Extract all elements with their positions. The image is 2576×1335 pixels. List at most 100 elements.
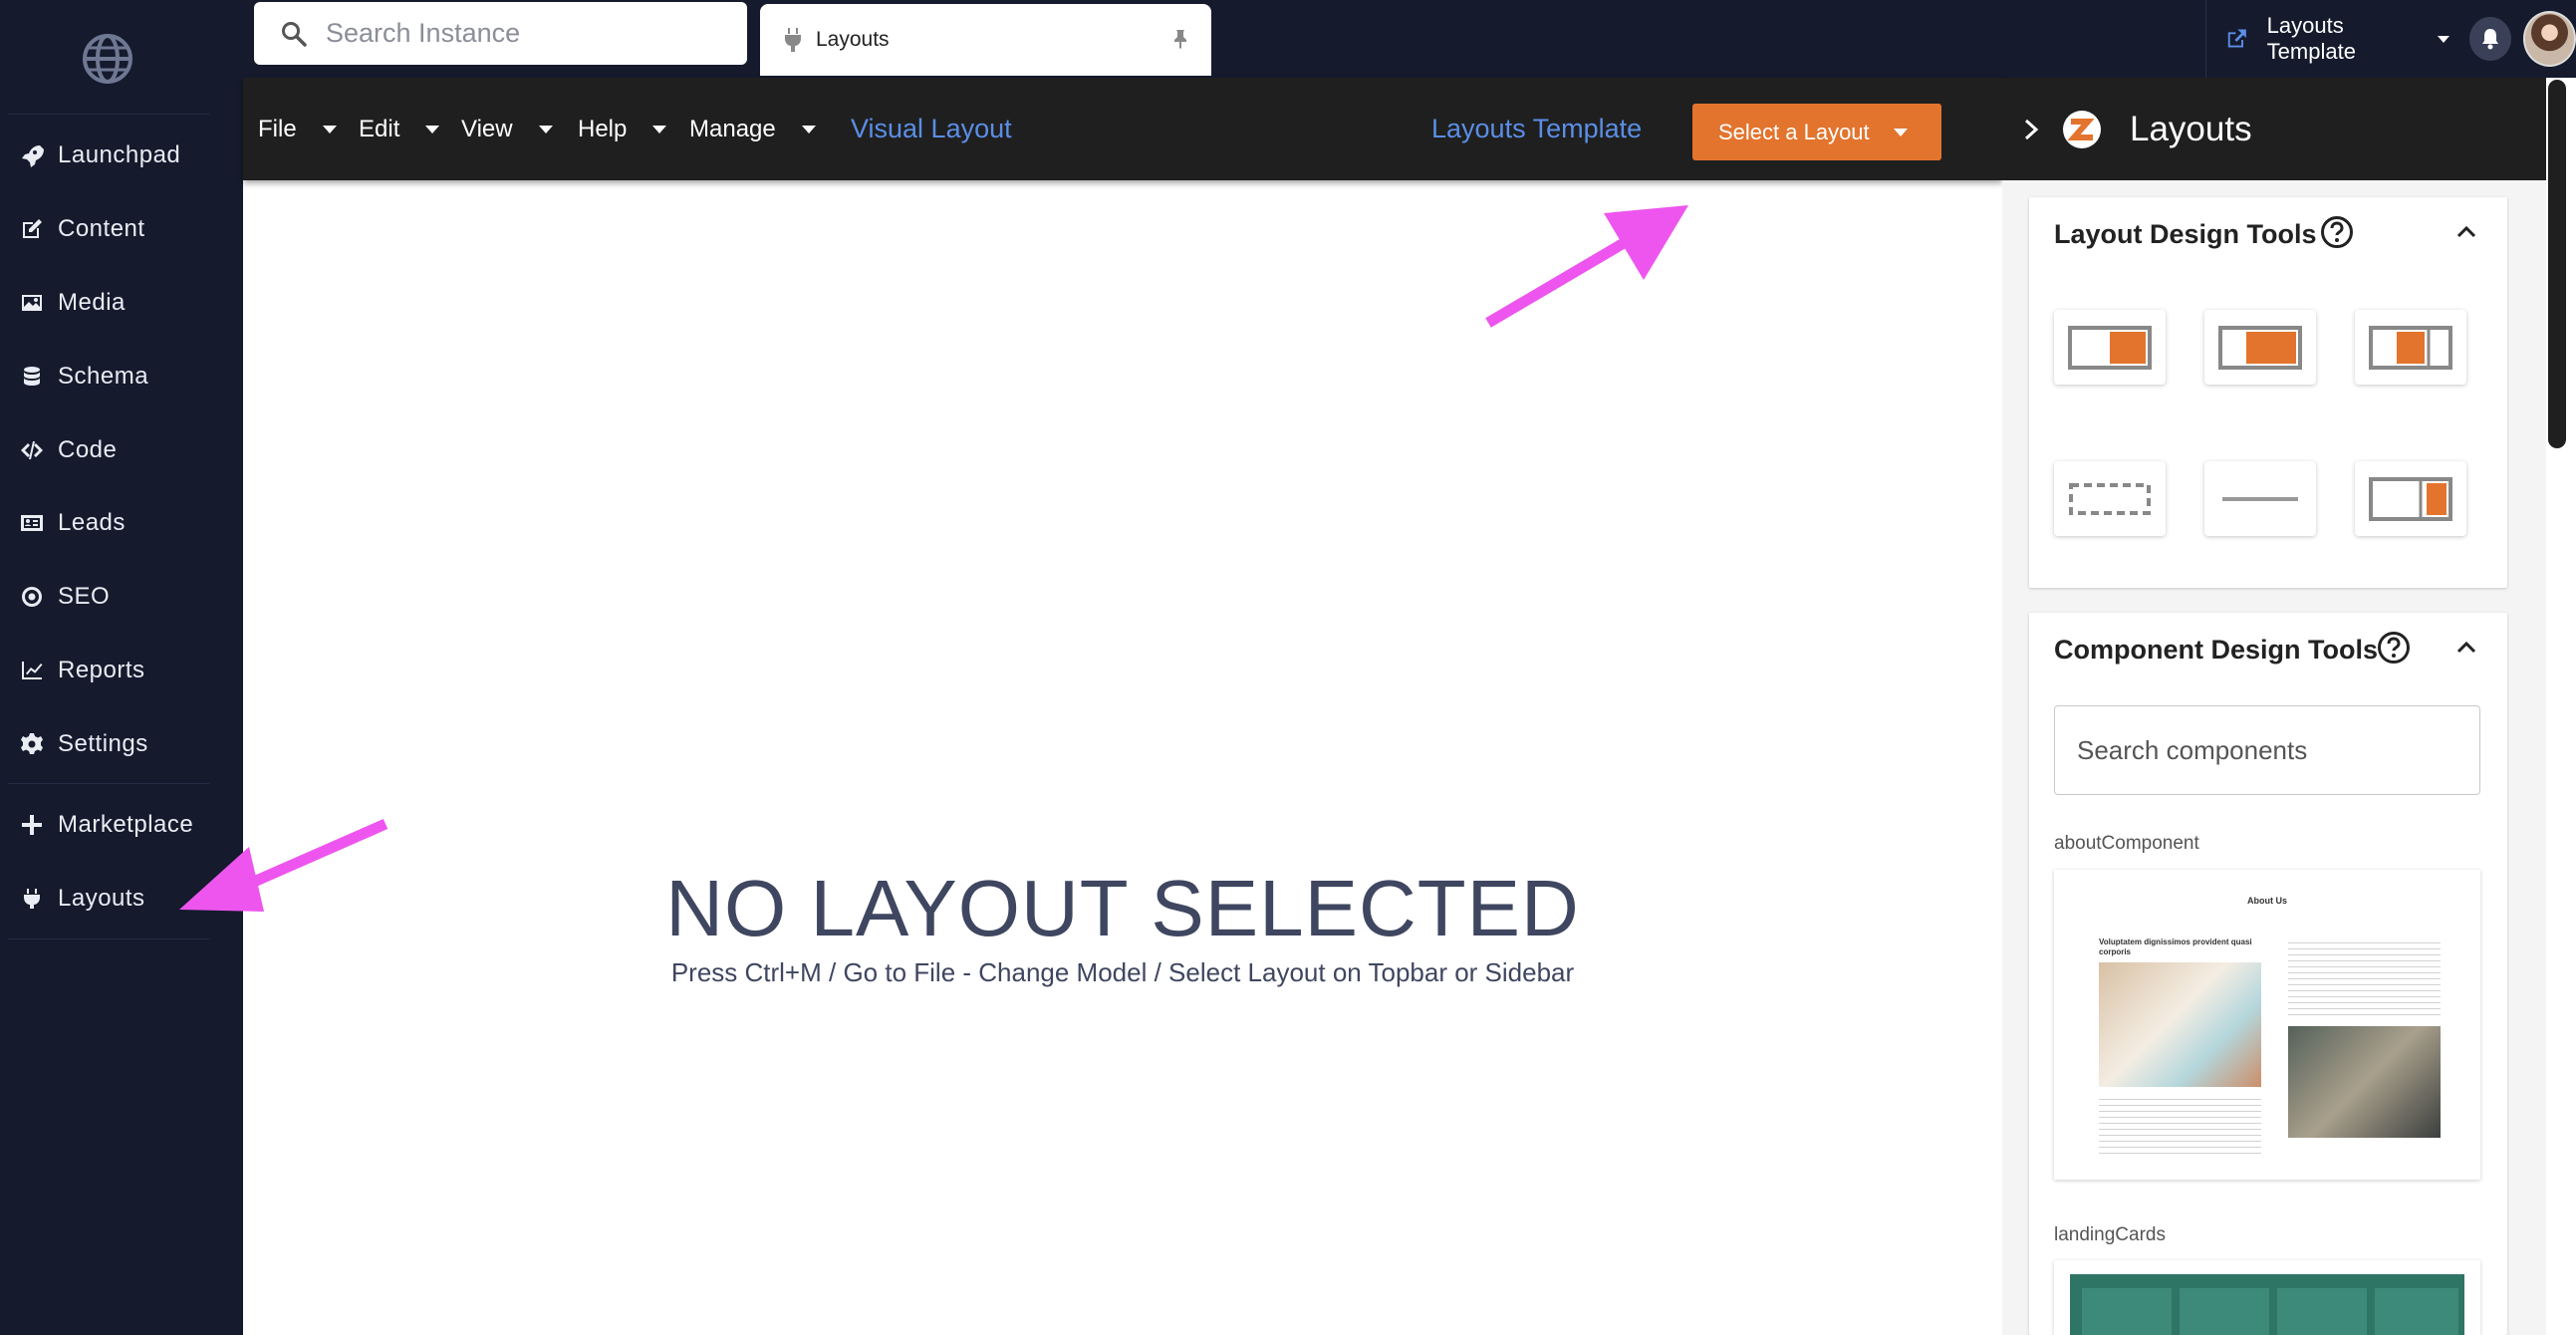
search-placeholder: Search Instance: [326, 18, 521, 48]
sidebar-item-reports[interactable]: Reports: [0, 641, 241, 700]
preview-heading: About Us: [2247, 896, 2287, 906]
help-circle-icon[interactable]: [2377, 631, 2411, 665]
annotation-arrow-layouts-sidebar: [179, 818, 388, 912]
menu-manage[interactable]: Manage: [689, 78, 816, 180]
sidebar-item-settings[interactable]: Settings: [0, 714, 241, 774]
layout-design-tools-card: Layout Design Tools: [2029, 197, 2507, 588]
preview-card: [2082, 1288, 2172, 1335]
sidebar-divider: [8, 938, 209, 939]
dashed-box-icon: [2069, 483, 2151, 515]
instance-switcher[interactable]: Layouts Template: [2205, 0, 2576, 78]
component-design-tools-card: Component Design Tools Search components…: [2029, 613, 2507, 1335]
menu-file[interactable]: File: [258, 78, 337, 180]
panel-scrollbar[interactable]: [2548, 80, 2566, 448]
sidebar-item-label: SEO: [58, 583, 111, 610]
sidebar-item-leads[interactable]: Leads: [0, 493, 241, 553]
menu-view[interactable]: View: [461, 78, 553, 180]
panel-title: Layouts: [2130, 109, 2252, 148]
instance-name[interactable]: Layouts Template: [2267, 13, 2430, 65]
pin-icon[interactable]: [1169, 28, 1191, 50]
layout-tool-placeholder[interactable]: [2054, 461, 2166, 536]
component-name-landing-cards: landingCards: [2054, 1224, 2166, 1245]
avatar[interactable]: [2522, 11, 2576, 67]
globe-logo-icon[interactable]: [82, 33, 133, 85]
caret-down-icon: [538, 125, 553, 134]
sidebar-item-content[interactable]: Content: [0, 199, 241, 259]
sidebar-item-label: Reports: [58, 657, 145, 683]
layout-tools-title: Layout Design Tools: [2054, 219, 2317, 249]
sidebar-item-code[interactable]: Code: [0, 420, 241, 480]
sidebar-item-schema[interactable]: Schema: [0, 347, 241, 406]
caret-down-icon: [801, 125, 816, 134]
sidebar-item-label: Layouts: [58, 885, 145, 912]
layout-tool-split-right[interactable]: [2054, 310, 2166, 385]
image-icon: [22, 295, 42, 311]
brand-logo-icon: [2063, 110, 2101, 148]
plug-icon: [24, 889, 40, 909]
component-tools-title: Component Design Tools: [2054, 635, 2378, 665]
menu-label: Help: [578, 115, 628, 142]
chevron-up-icon[interactable]: [2455, 641, 2477, 655]
menu-label: View: [461, 115, 513, 142]
component-name-about: aboutComponent: [2054, 833, 2199, 854]
search-instance-input[interactable]: Search Instance: [254, 2, 747, 65]
menu-help[interactable]: Help: [578, 78, 667, 180]
two-column-layout-icon: [2068, 326, 2152, 370]
sidebar-divider: [8, 783, 209, 784]
menubar: File Edit View Help Manage Visual Layout…: [243, 78, 2002, 180]
target-icon: [22, 587, 42, 607]
preview-card: [2180, 1288, 2269, 1335]
caret-down-icon: [1893, 128, 1908, 136]
layout-tool-center[interactable]: [2355, 310, 2466, 385]
chart-line-icon: [22, 662, 43, 679]
layouts-panel: Layouts Layout Design Tools Component De…: [2002, 78, 2546, 1335]
help-circle-icon[interactable]: [2320, 215, 2354, 249]
preview-card: [2277, 1288, 2367, 1335]
component-search-input[interactable]: Search components: [2054, 705, 2480, 795]
visual-layout-link[interactable]: Visual Layout: [851, 78, 1012, 180]
edit-icon: [23, 219, 42, 238]
select-layout-label: Select a Layout: [1718, 119, 1870, 144]
component-preview-about[interactable]: About Us Voluptatem dignissimos providen…: [2054, 870, 2480, 1180]
preview-text-lines: [2288, 937, 2441, 1019]
sidebar-divider: [8, 114, 209, 115]
sidebar: Launchpad Content Media Schema Code Lead…: [0, 0, 241, 1335]
plus-icon: [22, 815, 42, 835]
chevron-up-icon[interactable]: [2455, 225, 2477, 239]
tab-layouts[interactable]: Layouts: [760, 4, 1211, 76]
notifications-button[interactable]: [2468, 17, 2511, 61]
sidebar-item-media[interactable]: Media: [0, 273, 241, 333]
sidebar-item-label: Content: [58, 215, 145, 242]
caret-down-icon: [425, 125, 440, 134]
layout-tool-wide-right[interactable]: [2204, 310, 2316, 385]
layout-tool-narrow-right[interactable]: [2355, 461, 2466, 536]
chevron-right-icon[interactable]: [2022, 118, 2040, 141]
tab-label: Layouts: [816, 28, 890, 51]
panel-header: Layouts: [2002, 78, 2546, 180]
caret-down-icon: [322, 125, 337, 134]
menu-edit[interactable]: Edit: [359, 78, 440, 180]
contact-card-icon: [21, 515, 43, 531]
layout-canvas: NO LAYOUT SELECTED Press Ctrl+M / Go to …: [243, 180, 2002, 1335]
narrow-column-layout-icon: [2369, 477, 2452, 521]
layout-tool-divider[interactable]: [2204, 461, 2316, 536]
bell-icon: [2481, 29, 2498, 50]
rocket-icon: [22, 145, 44, 167]
sidebar-item-launchpad[interactable]: Launchpad: [0, 126, 241, 185]
plug-icon: [785, 28, 801, 52]
layouts-template-link[interactable]: Layouts Template: [1431, 78, 1642, 180]
gear-icon: [21, 733, 43, 754]
preview-card: [2375, 1288, 2458, 1335]
menu-label: Edit: [359, 115, 400, 142]
sidebar-item-label: Marketplace: [58, 811, 194, 838]
empty-state-title: NO LAYOUT SELECTED: [665, 864, 1580, 952]
search-icon: [282, 21, 307, 47]
component-preview-landing-cards[interactable]: [2054, 1260, 2480, 1335]
preview-subheading: Voluptatem dignissimos provident quasi c…: [2099, 937, 2252, 956]
empty-state-hint: Press Ctrl+M / Go to File - Change Model…: [670, 957, 1575, 987]
select-layout-button[interactable]: Select a Layout: [1692, 104, 1941, 160]
sidebar-item-seo[interactable]: SEO: [0, 567, 241, 627]
external-link-icon[interactable]: [2224, 26, 2249, 52]
chevron-down-icon[interactable]: [2437, 35, 2449, 43]
menu-label: File: [258, 115, 297, 142]
